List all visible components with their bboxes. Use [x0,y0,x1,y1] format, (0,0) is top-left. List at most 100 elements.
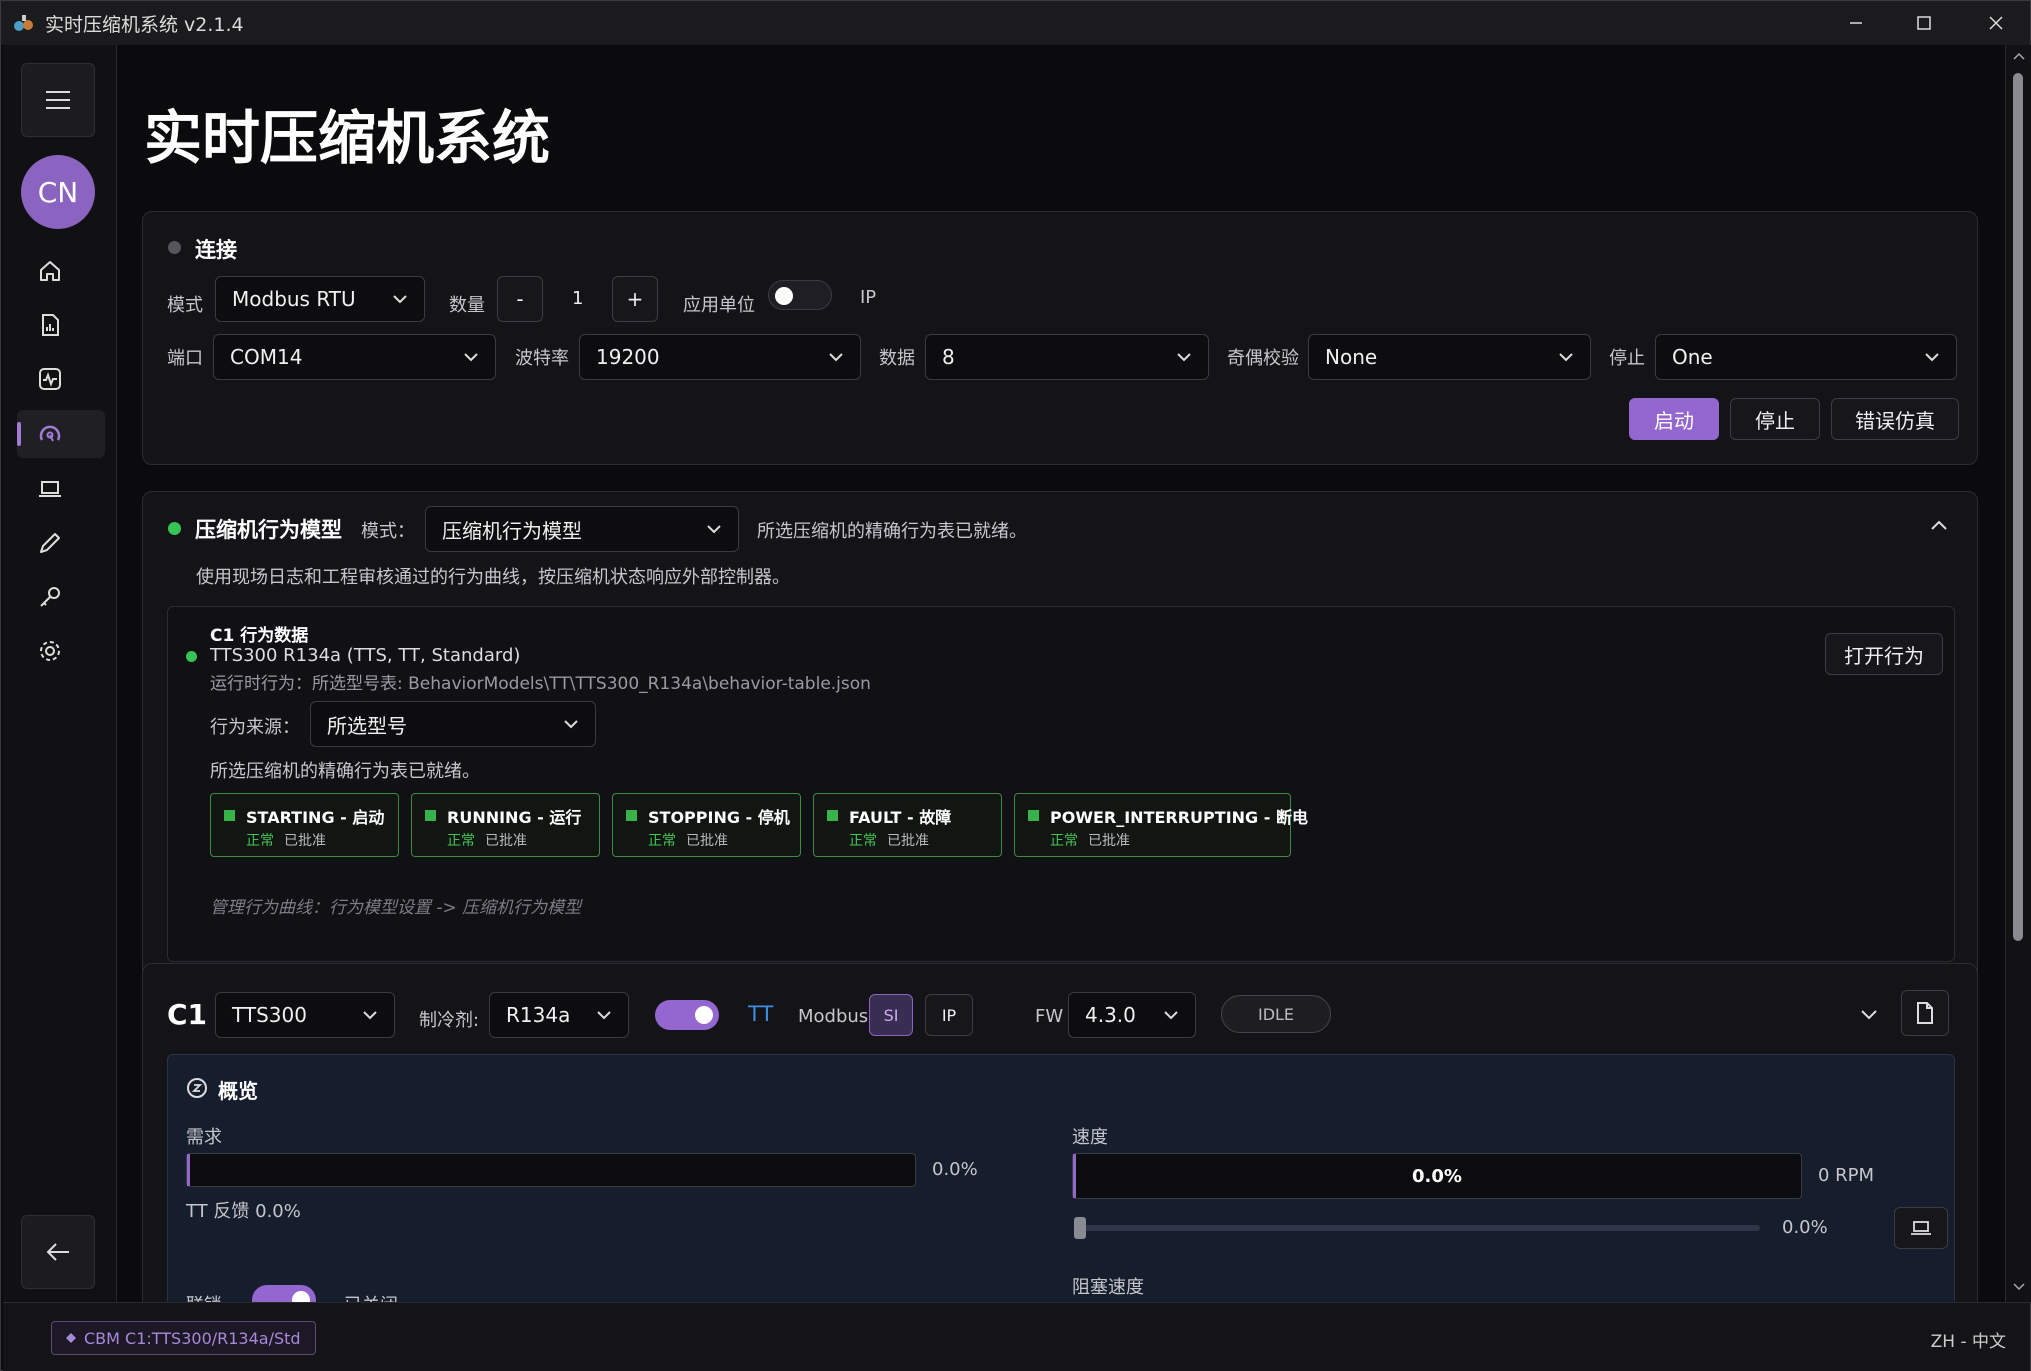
stop-bits-select[interactable]: One [1655,334,1957,380]
nav-settings[interactable] [17,627,105,675]
fw-select[interactable]: 4.3.0 [1068,992,1196,1038]
speed-bar-text: 0.0% [1412,1165,1462,1187]
port-label: 端口 [167,348,203,369]
si-unit-button[interactable]: SI [869,994,913,1036]
data-bits-value: 8 [942,345,955,369]
nav-tools[interactable] [17,573,105,621]
collapse-button[interactable] [1928,516,1950,536]
scrollbar-thumb[interactable] [2013,73,2023,941]
parity-select[interactable]: None [1308,334,1591,380]
speed-slider[interactable] [1074,1217,1760,1239]
demand-value: 0.0% [932,1159,978,1180]
connection-tag-text: CBM C1:TTS300/R134a/Std [84,1328,301,1348]
ip-unit-button[interactable]: IP [925,994,973,1036]
fault-sim-button[interactable]: 错误仿真 [1831,398,1959,440]
chevron-down-icon [1556,347,1576,367]
baud-value: 19200 [596,345,660,369]
behavior-mode-select[interactable]: 压缩机行为模型 [425,506,739,552]
avatar[interactable]: CN [21,155,95,229]
scroll-up-icon[interactable] [2012,51,2026,61]
nav-home[interactable] [17,247,105,295]
behavior-footer-note: 管理行为曲线：行为模型设置 -> 压缩机行为模型 [210,898,582,918]
mode-value: Modbus RTU [232,287,356,311]
pulse-icon [37,366,63,392]
start-button[interactable]: 启动 [1629,398,1719,440]
back-button[interactable] [21,1215,95,1289]
expand-button[interactable] [1858,1004,1880,1024]
interlock-label: 联锁 [186,1291,222,1302]
vertical-scrollbar[interactable] [2005,45,2031,1302]
language-indicator[interactable]: ZH - 中文 [1931,1327,2006,1352]
maximize-button[interactable] [1889,1,1959,45]
overview-panel: 概览 需求 0.0% TT 反馈 0.0% 速度 0.0% 0 RPM 0.0%… [167,1054,1955,1302]
source-select[interactable]: 所选型号 [310,701,596,747]
overview-title: 概览 [218,1079,258,1103]
menu-toggle-button[interactable] [21,63,95,137]
stop-bits-value: One [1672,345,1713,369]
laptop-icon [37,476,63,502]
speed-slider-handle[interactable] [1074,1217,1086,1239]
choke-speed-label: 阻塞速度 [1072,1277,1144,1298]
unit-ip-label: IP [860,287,877,308]
connection-tag[interactable]: CBM C1:TTS300/R134a/Std [51,1321,316,1355]
scroll-down-icon[interactable] [2012,1282,2026,1292]
connection-status-dot [168,241,181,254]
c1-runtime-text: 运行时行为：所选型号表: BehaviorModels\TT\TTS300_R1… [210,674,871,694]
nav-reports[interactable] [17,301,105,349]
parity-value: None [1325,345,1378,369]
nav-edit[interactable] [17,519,105,567]
window-title: 实时压缩机系统 v2.1.4 [45,13,244,36]
port-value: COM14 [230,345,303,369]
compressor-card: C1 TTS300 制冷剂: R134a TT Modbus SI IP FW … [142,963,1978,1302]
unit-toggle[interactable] [768,280,832,310]
tt-toggle[interactable] [655,1000,719,1030]
demand-bar-fill [187,1154,190,1186]
stop-button[interactable]: 停止 [1730,398,1820,440]
minimize-button[interactable] [1821,1,1891,45]
nav-monitor[interactable] [17,355,105,403]
count-decrement-button[interactable]: - [497,276,543,322]
chevron-down-icon [1922,347,1942,367]
document-button[interactable] [1901,990,1949,1036]
refrigerant-select[interactable]: R134a [489,992,629,1038]
chevron-down-icon [1858,1004,1880,1024]
count-label: 数量 [449,295,485,316]
close-button[interactable] [1961,1,2031,45]
count-increment-button[interactable]: + [612,276,658,322]
key-icon [37,584,63,610]
chevron-down-icon [1161,1005,1181,1025]
document-icon [1914,1001,1936,1025]
open-behavior-button[interactable]: 打开行为 [1825,633,1943,675]
state-running: RUNNING - 运行 正常 已批准 [411,793,600,857]
compressor-model-select[interactable]: TTS300 [215,992,395,1038]
c1-behavior-title: C1 行为数据 [210,626,309,646]
diamond-icon [66,1333,76,1343]
state-stopping: STOPPING - 停机 正常 已批准 [612,793,801,857]
nav-compressor[interactable] [17,410,105,458]
page-title: 实时压缩机系统 [144,104,551,172]
arrow-left-icon [45,1241,71,1263]
behavior-status-dot [168,522,181,535]
chevron-down-icon [360,1005,380,1025]
chevron-down-icon [1174,347,1194,367]
baud-select[interactable]: 19200 [579,334,861,380]
nav-devices[interactable] [17,465,105,513]
speed-label: 速度 [1072,1127,1108,1148]
data-bits-select[interactable]: 8 [925,334,1209,380]
count-value: 1 [572,288,584,309]
interlock-toggle[interactable] [252,1285,316,1302]
main-content: 实时压缩机系统 连接 模式 Modbus RTU 数量 - 1 + 应用单位 I… [118,45,2005,1302]
state-power-interrupting: POWER_INTERRUPTING - 断电 正常 已批准 [1014,793,1308,857]
title-bar: 实时压缩机系统 v2.1.4 [1,1,2030,45]
refrigerant-value: R134a [506,1003,571,1027]
mode-select[interactable]: Modbus RTU [215,276,425,322]
device-view-button[interactable] [1894,1207,1948,1249]
c1-status-dot [186,651,197,662]
chevron-down-icon [461,347,481,367]
unit-label: 应用单位 [683,295,755,316]
gear-icon [37,638,63,664]
port-select[interactable]: COM14 [213,334,496,380]
home-icon [37,258,63,284]
slider-value: 0.0% [1782,1217,1828,1238]
state-fault: FAULT - 故障 正常 已批准 [813,793,1002,857]
